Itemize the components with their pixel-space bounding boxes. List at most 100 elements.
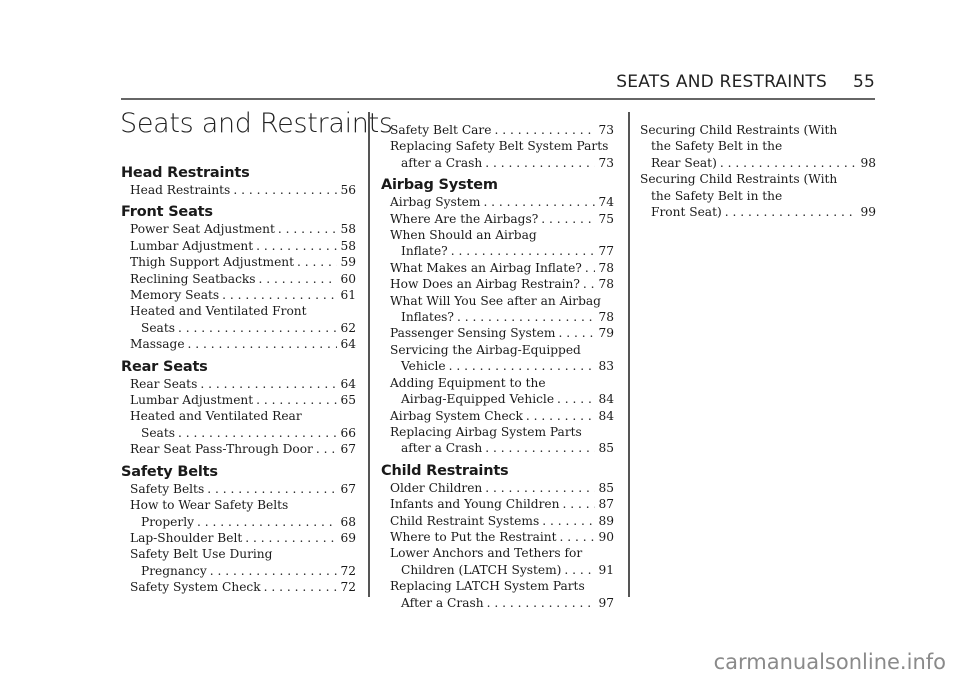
dot-leader (494, 122, 595, 138)
toc-entry-line: Pregnancy 72 (130, 563, 356, 579)
section-heading: Front Seats (121, 204, 213, 221)
toc-entry-title: Power Seat Adjustment (130, 222, 275, 237)
toc-entry[interactable]: Securing Child Restraints (With the Safet… (640, 122, 876, 171)
toc-entry[interactable]: Child Restraint Systems 89 (381, 513, 614, 529)
toc-entry[interactable]: Where to Put the Restraint 90 (381, 529, 614, 545)
toc-entry[interactable]: Replacing Safety Belt System Parts after … (381, 138, 614, 171)
section-heading: Head Restraints (121, 165, 250, 181)
toc-entry-page: 65 (340, 393, 356, 408)
toc-entry-line: Replacing Airbag System Parts (390, 424, 582, 439)
toc-entry-line: Servicing the Airbag-Equipped (390, 342, 581, 357)
toc-entry[interactable]: Massage 64 (121, 336, 356, 352)
toc-entry-page: 66 (340, 425, 356, 440)
toc-entry-page: 79 (598, 326, 614, 341)
toc-entry[interactable]: How to Wear Safety BeltsProperly 68 (121, 497, 356, 530)
toc-entry[interactable]: Memory Seats 61 (121, 287, 356, 303)
toc-entry-line: Replacing Safety Belt System Parts (390, 139, 609, 154)
toc-entry-title: Infants and Young Children (390, 497, 560, 512)
toc-entry-title: Thigh Support Adjustment (130, 255, 295, 270)
section-heading: Safety Belts (121, 463, 218, 480)
toc-entry-line: Front Seat) 99 (640, 204, 876, 220)
toc-entry[interactable]: Rear Seat Pass-Through Door 67 (121, 441, 356, 457)
toc-entry-title: Passenger Sensing System (390, 326, 556, 341)
toc-entry[interactable]: Head Restraints 56 (121, 182, 356, 198)
toc-entry[interactable]: Reclining Seatbacks 60 (121, 271, 356, 287)
toc-entry[interactable]: Passenger Sensing System 79 (381, 325, 614, 341)
toc-entry-line: Infants and Young Children 87 (390, 496, 614, 512)
toc-entry[interactable]: When Should an AirbagInflate? 77 (381, 227, 614, 260)
toc-entry-title: Seats (141, 425, 175, 440)
toc-entry-page: 67 (340, 442, 356, 457)
toc-entry[interactable]: Lumbar Adjustment 65 (121, 392, 356, 408)
toc-entry[interactable]: Servicing the Airbag-Equipped Vehicle 83 (381, 342, 614, 375)
dot-leader (256, 238, 337, 254)
toc-entry[interactable]: Adding Equipment to the Airbag-Equipped V… (381, 375, 614, 408)
toc-entry[interactable]: Safety Belt Care 73 (381, 122, 614, 138)
toc-entry[interactable]: Securing Child Restraints (With the Safet… (640, 171, 876, 220)
toc-entry-page: 84 (598, 392, 614, 407)
toc-entry[interactable]: Replacing LATCH System Parts After a Cras… (381, 578, 614, 611)
toc-entry-line: Massage 64 (130, 336, 356, 352)
dot-leader (197, 514, 337, 530)
dot-leader (542, 513, 595, 529)
toc-entry-line: Power Seat Adjustment 58 (130, 221, 356, 237)
toc-entry[interactable]: Heated and Ventilated FrontSeats 62 (121, 303, 356, 336)
running-header: SEATS AND RESTRAINTS 55 (616, 72, 875, 92)
toc-entry-line: Seats 66 (130, 425, 356, 441)
toc-entry-line: Children (LATCH System) 91 (390, 562, 614, 578)
header-rule (121, 98, 875, 100)
toc-column-2: Safety Belt Care73Replacing Safety Belt … (381, 122, 614, 611)
toc-entry-title: Safety System Check (130, 580, 261, 595)
toc-entry[interactable]: Airbag System 74 (381, 194, 614, 210)
toc-entry[interactable]: Lumbar Adjustment 58 (121, 238, 356, 254)
toc-entry-title: Lumbar Adjustment (130, 238, 254, 253)
toc-entry-title: Inflate? (401, 244, 448, 259)
toc-entry[interactable]: Power Seat Adjustment 58 (121, 221, 356, 237)
toc-entry-title: Safety Belts (130, 481, 205, 496)
toc-entry[interactable]: What Will You See after an Airbag Inflate… (381, 293, 614, 326)
toc-entry[interactable]: Airbag System Check 84 (381, 408, 614, 424)
dot-leader (560, 529, 596, 545)
toc-entry-line: Older Children 85 (390, 480, 614, 496)
toc-entry[interactable]: Lap-Shoulder Belt 69 (121, 530, 356, 546)
toc-entry-title: Airbag System Check (390, 408, 523, 423)
toc-entry-title: Pregnancy (141, 563, 207, 578)
toc-entry[interactable]: Safety System Check 72 (121, 579, 356, 595)
toc-entry[interactable]: Replacing Airbag System Parts after a Cra… (381, 424, 614, 457)
toc-entry-title: Older Children (390, 480, 483, 495)
toc-entry-page: 56 (340, 183, 356, 197)
toc-entry-page: 85 (598, 441, 614, 456)
toc-entry-page: 62 (340, 320, 356, 335)
toc-entry-title: Head Restraints (130, 183, 231, 197)
dot-leader (259, 271, 338, 287)
toc-entry-page: 59 (340, 255, 356, 270)
dot-leader (557, 391, 595, 407)
toc-entry[interactable]: Infants and Young Children 87 (381, 496, 614, 512)
toc-entry-page: 58 (340, 238, 356, 253)
toc-entry-line: What Will You See after an Airbag (390, 293, 601, 308)
toc-entry-page: 64 (340, 376, 356, 391)
toc-entry-title: Lap-Shoulder Belt (130, 530, 243, 545)
toc-entry[interactable]: Rear Seats 64 (121, 376, 356, 392)
toc-entry[interactable]: Lower Anchors and Tethers for Children (L… (381, 545, 614, 578)
toc-entry[interactable]: Heated and Ventilated RearSeats 66 (121, 408, 356, 441)
toc-entry[interactable]: How Does an Airbag Restrain? 78 (381, 276, 614, 292)
toc-entry[interactable]: Safety Belt Use DuringPregnancy 72 (121, 546, 356, 579)
toc-entry[interactable]: Safety Belts 67 (121, 481, 356, 497)
toc-entry-page: 64 (340, 337, 356, 352)
toc-entry[interactable]: Older Children 85 (381, 480, 614, 496)
toc-entry[interactable]: Where Are the Airbags? 75 (381, 211, 614, 227)
toc-entry[interactable]: Thigh Support Adjustment 59 (121, 254, 356, 270)
toc-entry-page: 91 (598, 562, 614, 577)
dot-leader (297, 254, 337, 270)
toc-entry-line: the Safety Belt in the (651, 188, 783, 203)
dot-leader (487, 595, 596, 611)
toc-entry-line: Where to Put the Restraint 90 (390, 529, 614, 545)
toc-entry[interactable]: What Makes an Airbag Inflate? 78 (381, 260, 614, 276)
toc-entry-page: 87 (598, 497, 614, 512)
dot-leader (541, 211, 595, 227)
toc-entry-line: Child Restraint Systems 89 (390, 513, 614, 529)
dot-leader (210, 563, 338, 579)
toc-entry-page: 73 (598, 155, 614, 170)
toc-entry-line: after a Crash 73 (390, 155, 614, 171)
